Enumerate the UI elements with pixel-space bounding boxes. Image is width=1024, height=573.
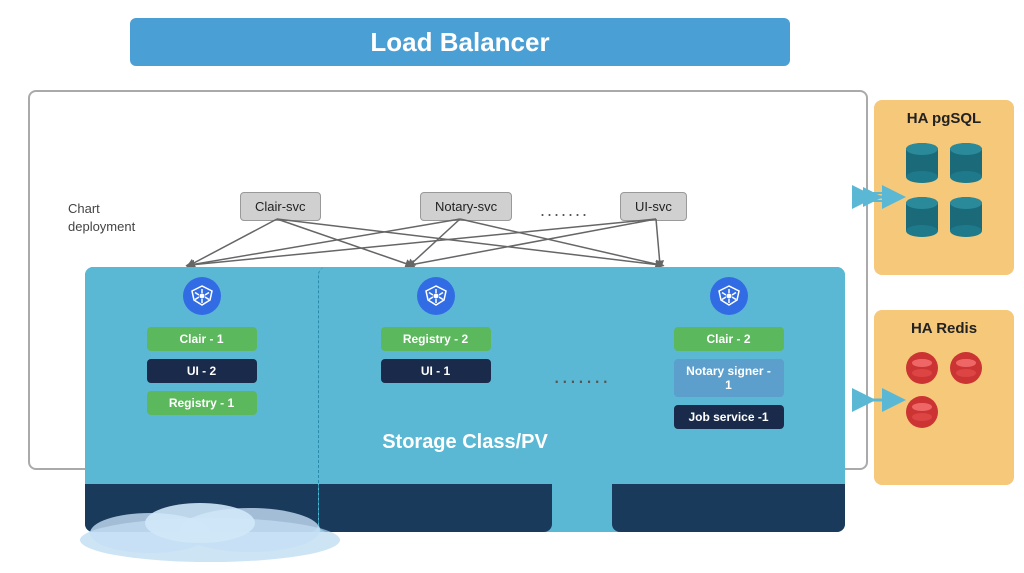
registry-2-label: Registry - 2 [381,327,491,351]
k8s-icon-1 [183,277,221,315]
k8s-icon-2 [417,277,455,315]
ha-pgsql-icons [903,139,985,241]
clair-svc-box: Clair-svc [240,192,321,221]
load-balancer-box: Load Balancer [130,18,790,66]
redis-icon-1 [903,349,941,387]
db-cylinder-1 [903,139,941,187]
ui-svc-box: UI-svc [620,192,687,221]
storage-bar-3 [612,484,845,532]
svc-dots: ....... [540,200,589,221]
ha-pgsql-label: HA pgSQL [907,110,981,127]
ui-1-label: UI - 1 [381,359,491,383]
clair-1-label: Clair - 1 [147,327,257,351]
db-cylinder-3 [903,193,941,241]
ui-2-label: UI - 2 [147,359,257,383]
redis-icon-3 [903,393,941,431]
load-balancer-label: Load Balancer [370,27,549,58]
db-cylinder-2 [947,139,985,187]
pods-middle-dots: ....... [552,267,612,532]
pods-dots-text: ....... [554,363,611,389]
ha-pgsql-box: HA pgSQL [874,100,1014,275]
job-service-label: Job service -1 [674,405,784,429]
ha-redis-label: HA Redis [911,320,977,337]
registry-1-label: Registry - 1 [147,391,257,415]
notary-signer-label: Notary signer - 1 [674,359,784,397]
chart-deployment-label: Chartdeployment [68,200,135,236]
redis-icon-2 [947,349,985,387]
notary-svc-box: Notary-svc [420,192,512,221]
k8s-icon-3 [710,277,748,315]
cloud-shape [50,485,370,565]
ha-redis-box: HA Redis [874,310,1014,485]
chart-deployment-box: Chartdeployment Clair-svc Notary-svc UI-… [28,90,868,470]
db-cylinder-4 [947,193,985,241]
clair-2-label: Clair - 2 [674,327,784,351]
ha-redis-icons [903,349,985,431]
pod-3: Clair - 2 Notary signer - 1 Job service … [612,267,845,532]
